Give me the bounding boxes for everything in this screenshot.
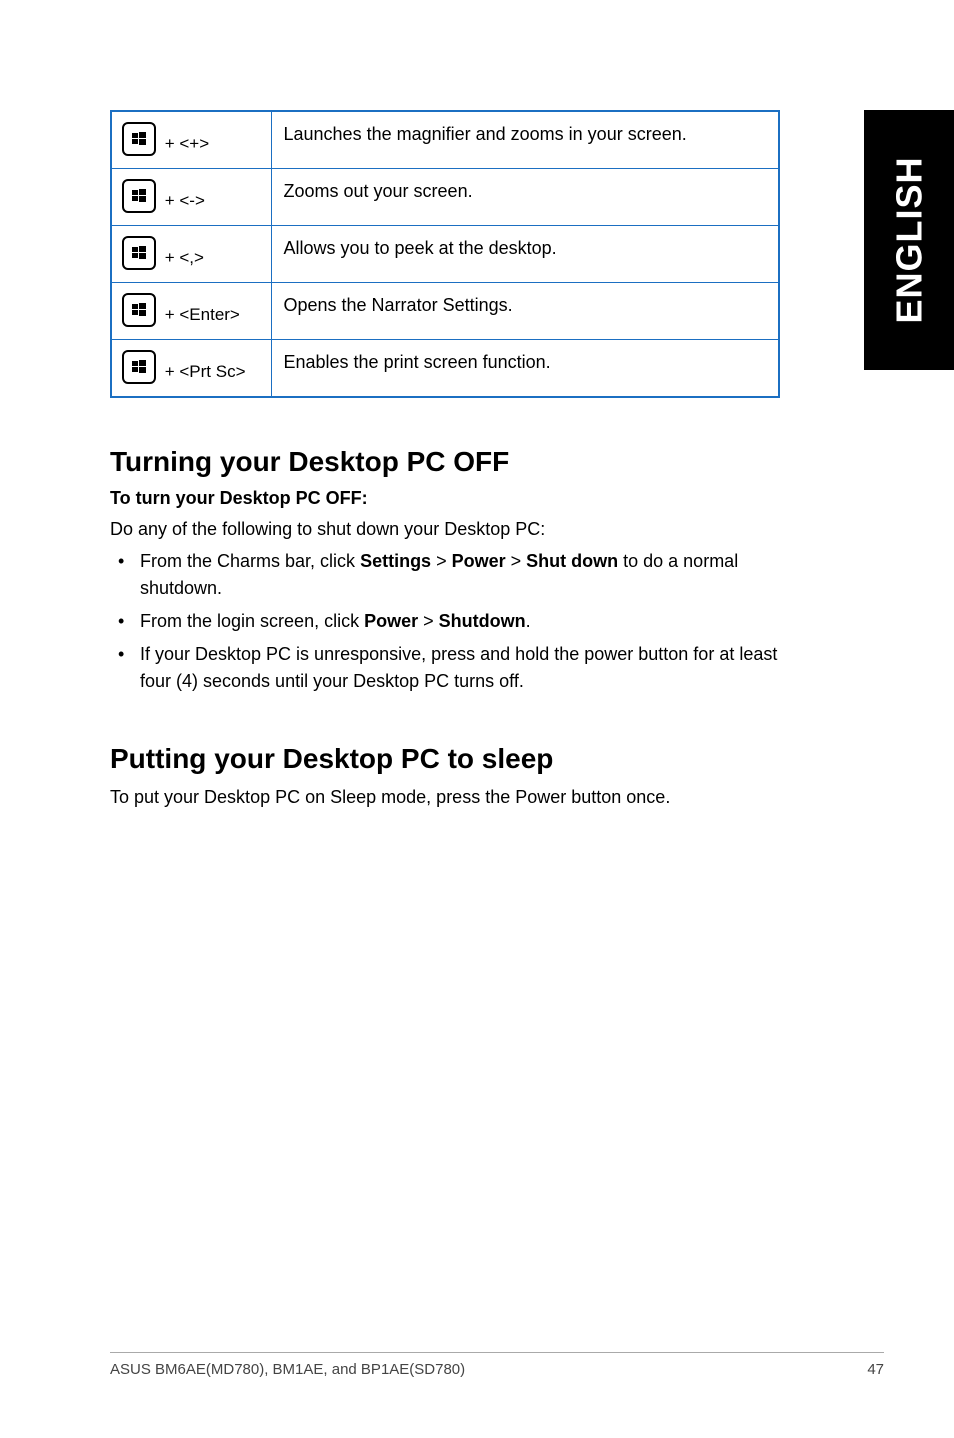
section-off-bullets: From the Charms bar, click Settings > Po… bbox=[110, 548, 780, 695]
language-tab: ENGLISH bbox=[864, 110, 954, 370]
windows-key-icon bbox=[122, 293, 156, 327]
section-heading-sleep: Putting your Desktop PC to sleep bbox=[110, 743, 780, 775]
shortcut-description: Allows you to peek at the desktop. bbox=[271, 226, 779, 283]
bold-text: Shutdown bbox=[439, 611, 526, 631]
section-heading-off: Turning your Desktop PC OFF bbox=[110, 446, 780, 478]
text: From the login screen, click bbox=[140, 611, 364, 631]
table-row: + <,> Allows you to peek at the desktop. bbox=[111, 226, 779, 283]
key-combo-cell: + <-> bbox=[111, 169, 271, 226]
shortcut-description: Launches the magnifier and zooms in your… bbox=[271, 111, 779, 169]
windows-key-icon bbox=[122, 179, 156, 213]
table-row: + <Enter> Opens the Narrator Settings. bbox=[111, 283, 779, 340]
text: > bbox=[506, 551, 527, 571]
key-combo-cell: + <Enter> bbox=[111, 283, 271, 340]
bold-text: Power bbox=[364, 611, 418, 631]
key-combo-text: + <,> bbox=[160, 248, 204, 267]
list-item: If your Desktop PC is unresponsive, pres… bbox=[110, 641, 780, 695]
text: > bbox=[418, 611, 439, 631]
section-sleep-body: To put your Desktop PC on Sleep mode, pr… bbox=[110, 785, 780, 810]
shortcuts-table: + <+> Launches the magnifier and zooms i… bbox=[110, 110, 780, 398]
table-row: + <Prt Sc> Enables the print screen func… bbox=[111, 340, 779, 398]
page-content: + <+> Launches the magnifier and zooms i… bbox=[0, 0, 840, 810]
key-combo-cell: + <,> bbox=[111, 226, 271, 283]
table-row: + <-> Zooms out your screen. bbox=[111, 169, 779, 226]
footer-page-number: 47 bbox=[867, 1361, 884, 1378]
text: From the Charms bar, click bbox=[140, 551, 360, 571]
text: . bbox=[526, 611, 531, 631]
language-tab-label: ENGLISH bbox=[888, 156, 930, 323]
windows-key-icon bbox=[122, 122, 156, 156]
key-combo-text: + <Enter> bbox=[160, 305, 240, 324]
shortcut-description: Enables the print screen function. bbox=[271, 340, 779, 398]
key-combo-cell: + <Prt Sc> bbox=[111, 340, 271, 398]
bold-text: Shut down bbox=[526, 551, 618, 571]
shortcut-description: Opens the Narrator Settings. bbox=[271, 283, 779, 340]
table-row: + <+> Launches the magnifier and zooms i… bbox=[111, 111, 779, 169]
key-combo-cell: + <+> bbox=[111, 111, 271, 169]
shortcut-description: Zooms out your screen. bbox=[271, 169, 779, 226]
windows-key-icon bbox=[122, 236, 156, 270]
list-item: From the Charms bar, click Settings > Po… bbox=[110, 548, 780, 602]
key-combo-text: + <-> bbox=[160, 191, 205, 210]
text: > bbox=[431, 551, 452, 571]
footer-model: ASUS BM6AE(MD780), BM1AE, and BP1AE(SD78… bbox=[110, 1361, 465, 1378]
key-combo-text: + <Prt Sc> bbox=[160, 362, 246, 381]
windows-key-icon bbox=[122, 350, 156, 384]
bold-text: Settings bbox=[360, 551, 431, 571]
list-item: From the login screen, click Power > Shu… bbox=[110, 608, 780, 635]
page-footer: ASUS BM6AE(MD780), BM1AE, and BP1AE(SD78… bbox=[110, 1352, 884, 1378]
bold-text: Power bbox=[452, 551, 506, 571]
section-off-intro: Do any of the following to shut down you… bbox=[110, 517, 780, 542]
key-combo-text: + <+> bbox=[160, 134, 209, 153]
section-off-subheading: To turn your Desktop PC OFF: bbox=[110, 488, 780, 509]
